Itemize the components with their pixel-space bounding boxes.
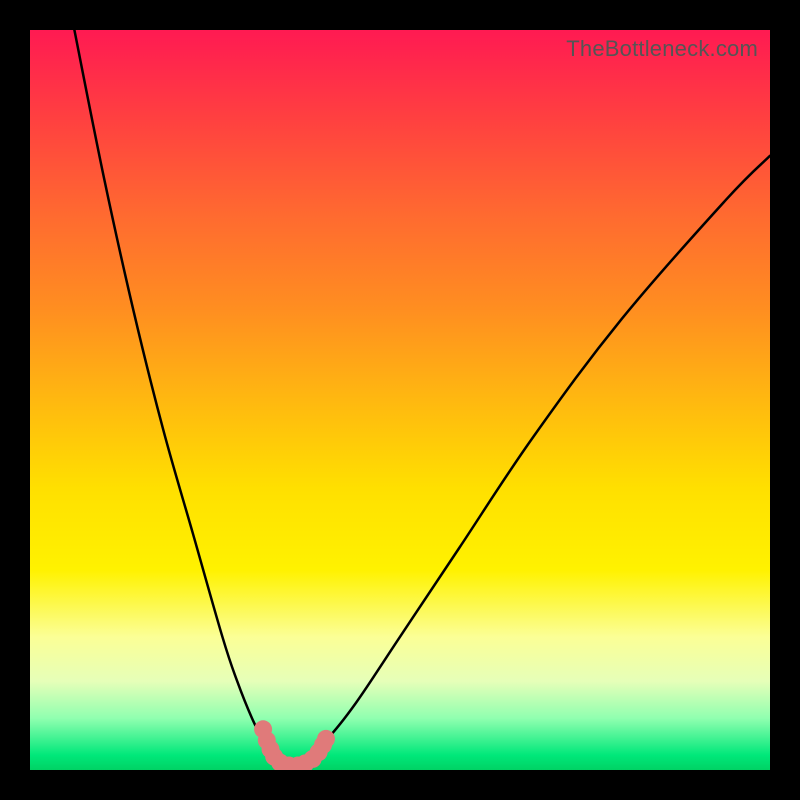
highlight-dot xyxy=(314,736,332,754)
curve-left-branch xyxy=(74,30,289,766)
highlight-dot xyxy=(280,757,298,770)
highlight-dot xyxy=(296,754,314,770)
watermark-text: TheBottleneck.com xyxy=(566,36,758,62)
highlight-dot xyxy=(271,754,289,770)
curve-layer xyxy=(30,30,770,770)
highlight-dot xyxy=(289,757,307,770)
optimum-highlight xyxy=(254,720,335,770)
highlight-dot xyxy=(310,743,328,761)
chart-frame: TheBottleneck.com xyxy=(0,0,800,800)
plot-area: TheBottleneck.com xyxy=(30,30,770,770)
highlight-dot xyxy=(262,740,280,758)
highlight-dot xyxy=(317,730,335,748)
highlight-dot xyxy=(265,748,283,766)
highlight-dot xyxy=(304,750,322,768)
highlight-dot xyxy=(258,731,276,749)
highlight-dot xyxy=(254,720,272,738)
curve-right-branch xyxy=(289,156,770,767)
